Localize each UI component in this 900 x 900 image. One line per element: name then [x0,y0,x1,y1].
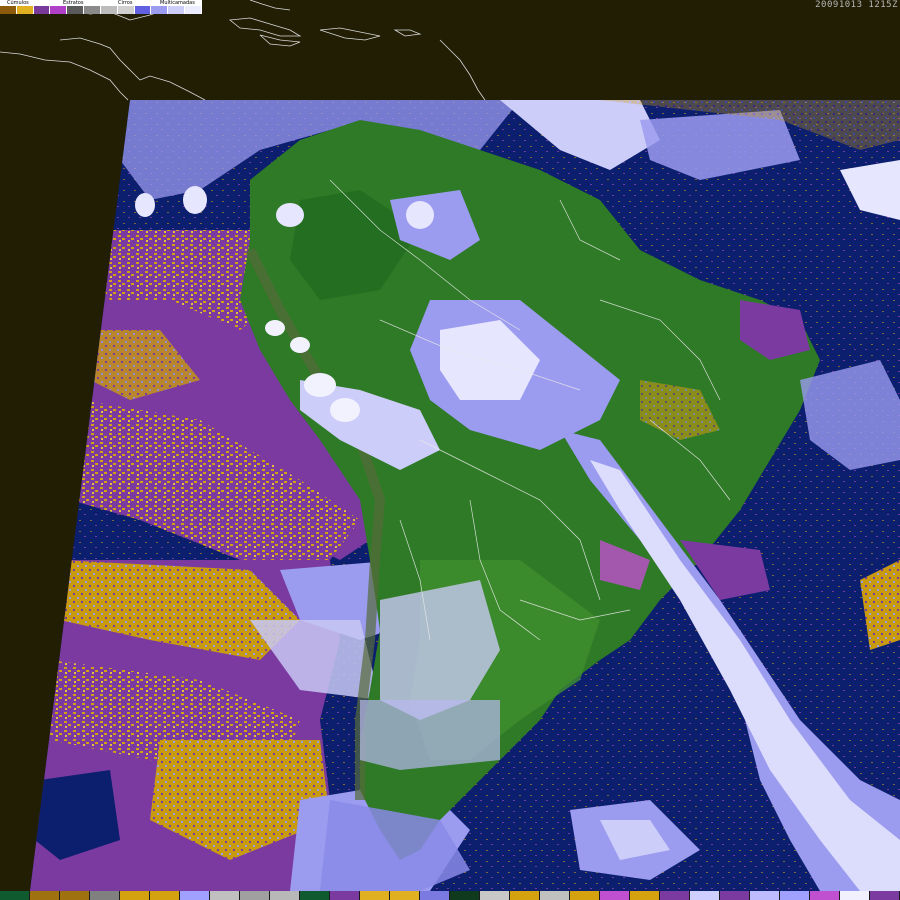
color-bar-cell [30,891,60,900]
legend-swatches [0,6,202,14]
color-bar-cell [300,891,330,900]
legend-swatch [168,6,186,14]
color-bar-cell [60,891,90,900]
color-bar-cell [630,891,660,900]
color-bar-cell [600,891,630,900]
color-bar-cell [720,891,750,900]
color-bar-cell [450,891,480,900]
northern-coastlines [0,0,486,101]
legend-swatch [84,6,101,14]
color-bar-cell [780,891,810,900]
color-bar-cell [150,891,180,900]
legend-swatch [0,6,17,14]
color-bar-cell [360,891,390,900]
color-bar-cell [120,891,150,900]
bottom-color-bar [0,891,900,900]
satellite-frame [30,100,900,891]
color-bar-cell [90,891,120,900]
cloud-type-legend: Cúmulos Estratos Cirros Multicamadas [0,0,202,14]
legend-swatch [185,6,202,14]
color-bar-cell [240,891,270,900]
color-bar-cell [810,891,840,900]
legend-swatch [117,6,135,14]
color-bar-cell [870,891,900,900]
legend-swatch [67,6,85,14]
color-bar-cell [210,891,240,900]
color-bar-cell [330,891,360,900]
image-timestamp: 20091013 1215Z [815,0,898,10]
legend-swatch [16,6,34,14]
legend-swatch [151,6,169,14]
satellite-cloud-map [0,0,900,891]
legend-swatch [33,6,51,14]
color-bar-cell [0,891,30,900]
color-bar-cell [750,891,780,900]
legend-swatch [100,6,118,14]
color-bar-cell [510,891,540,900]
color-bar-cell [540,891,570,900]
legend-swatch [50,6,68,14]
color-bar-cell [570,891,600,900]
color-bar-cell [270,891,300,900]
color-bar-cell [690,891,720,900]
color-bar-cell [480,891,510,900]
color-bar-cell [660,891,690,900]
color-bar-cell [420,891,450,900]
color-bar-cell [390,891,420,900]
legend-swatch [134,6,152,14]
color-bar-cell [180,891,210,900]
color-bar-cell [840,891,870,900]
